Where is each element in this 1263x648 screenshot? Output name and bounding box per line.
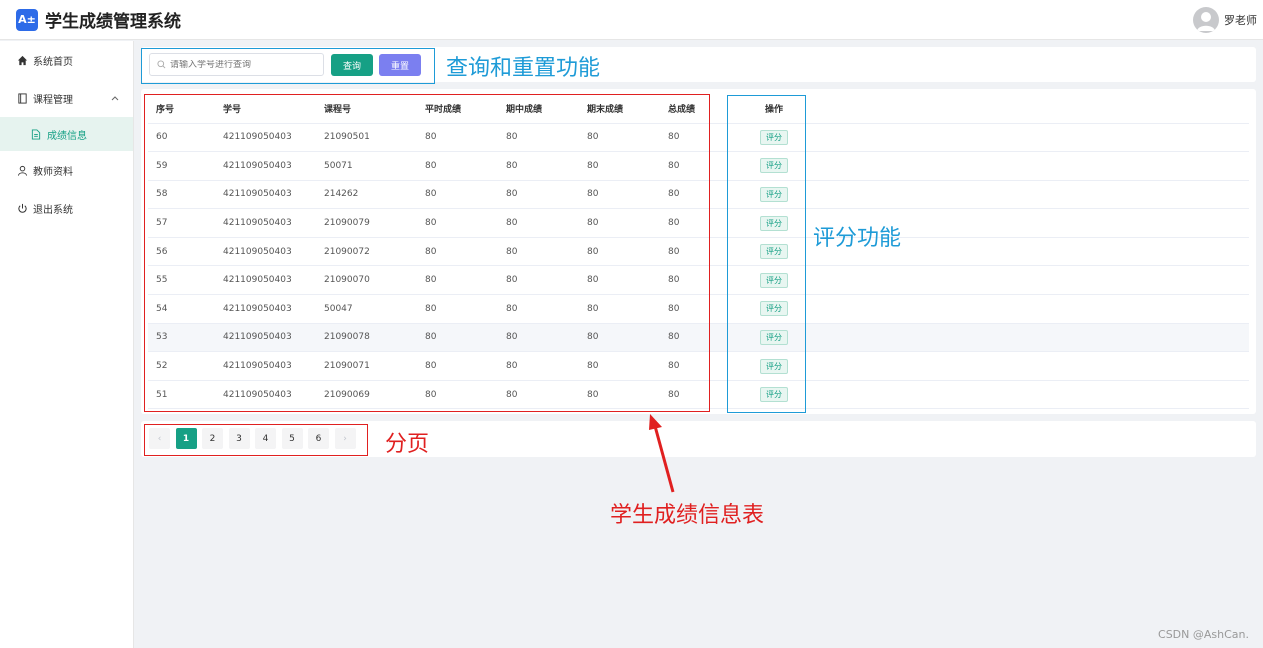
table-cell-spacer bbox=[816, 323, 1249, 353]
table-cell-spacer bbox=[816, 265, 1249, 296]
annotation-box-search bbox=[141, 48, 435, 84]
table-cell-spacer bbox=[816, 380, 1249, 410]
table-cell-spacer bbox=[816, 123, 1249, 153]
annotation-search: 查询和重置功能 bbox=[446, 56, 601, 81]
sidebar-item-label: 课程管理 bbox=[33, 94, 73, 106]
table-cell-spacer bbox=[816, 180, 1249, 210]
sidebar-item-teacher-profile[interactable]: 教师资料 bbox=[0, 151, 133, 189]
annotation-table: 学生成绩信息表 bbox=[610, 503, 765, 528]
top-header: A± 学生成绩管理系统 罗老师 bbox=[0, 0, 1263, 40]
annotation-pagination: 分页 bbox=[385, 432, 430, 457]
sidebar-item-label: 退出系统 bbox=[33, 204, 73, 216]
power-icon bbox=[16, 202, 28, 214]
avatar-icon[interactable] bbox=[1193, 7, 1219, 33]
annotation-arrow-icon bbox=[649, 414, 675, 493]
app-title: 学生成绩管理系统 bbox=[45, 12, 181, 32]
sidebar-item-label: 教师资料 bbox=[33, 166, 73, 178]
book-icon bbox=[16, 92, 28, 104]
column-header-spacer bbox=[816, 95, 1249, 124]
app-logo-icon: A± bbox=[16, 8, 38, 31]
annotation-rating: 评分功能 bbox=[813, 226, 902, 251]
table-cell-spacer bbox=[816, 351, 1249, 381]
home-icon bbox=[16, 54, 28, 66]
annotation-box-pagination bbox=[144, 424, 368, 456]
user-icon bbox=[16, 164, 28, 176]
document-icon bbox=[30, 128, 42, 140]
sidebar: 系统首页 课程管理 成绩信息 教师资料 退出系统 bbox=[0, 41, 134, 648]
sidebar-item-course-management[interactable]: 课程管理 bbox=[0, 79, 133, 117]
sidebar-item-logout[interactable]: 退出系统 bbox=[0, 189, 133, 227]
chevron-up-icon[interactable] bbox=[111, 93, 119, 104]
annotation-box-table bbox=[144, 94, 710, 412]
sidebar-item-label: 成绩信息 bbox=[47, 130, 87, 142]
watermark: CSDN @AshCan. bbox=[1158, 628, 1249, 641]
sidebar-item-grade-info[interactable]: 成绩信息 bbox=[0, 117, 133, 151]
sidebar-item-home[interactable]: 系统首页 bbox=[0, 41, 133, 79]
sidebar-item-label: 系统首页 bbox=[33, 56, 73, 68]
table-cell-spacer bbox=[816, 294, 1249, 324]
user-name[interactable]: 罗老师 bbox=[1224, 12, 1257, 28]
annotation-box-rating bbox=[727, 95, 806, 413]
user-menu[interactable]: 罗老师 bbox=[1193, 7, 1257, 33]
table-cell-spacer bbox=[816, 151, 1249, 181]
